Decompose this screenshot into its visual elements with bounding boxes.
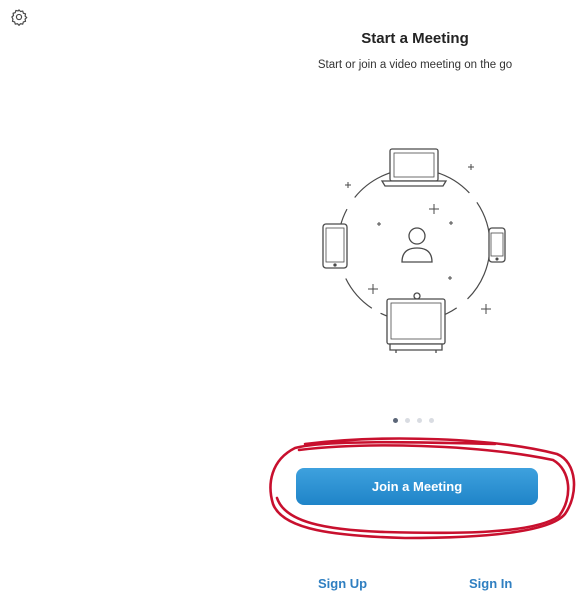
person-icon [401, 227, 433, 263]
gear-icon[interactable] [10, 8, 28, 26]
sign-in-link[interactable]: Sign In [469, 576, 512, 591]
sign-up-link[interactable]: Sign Up [318, 576, 367, 591]
laptop-icon [380, 148, 448, 187]
page-dot-2[interactable] [405, 418, 410, 423]
conference-camera-icon [386, 292, 446, 353]
page-dot-1[interactable] [393, 418, 398, 423]
page-indicator [393, 418, 434, 423]
join-meeting-button[interactable]: Join a Meeting [296, 468, 538, 505]
page-subtitle: Start or join a video meeting on the go [317, 59, 513, 71]
page-dot-3[interactable] [417, 418, 422, 423]
phone-icon [488, 227, 506, 263]
tablet-icon [322, 223, 348, 269]
meeting-illustration [322, 148, 506, 353]
start-screen: Start a Meeting Start or join a video me… [0, 0, 579, 595]
page-dot-4[interactable] [429, 418, 434, 423]
page-title: Start a Meeting [361, 30, 469, 47]
